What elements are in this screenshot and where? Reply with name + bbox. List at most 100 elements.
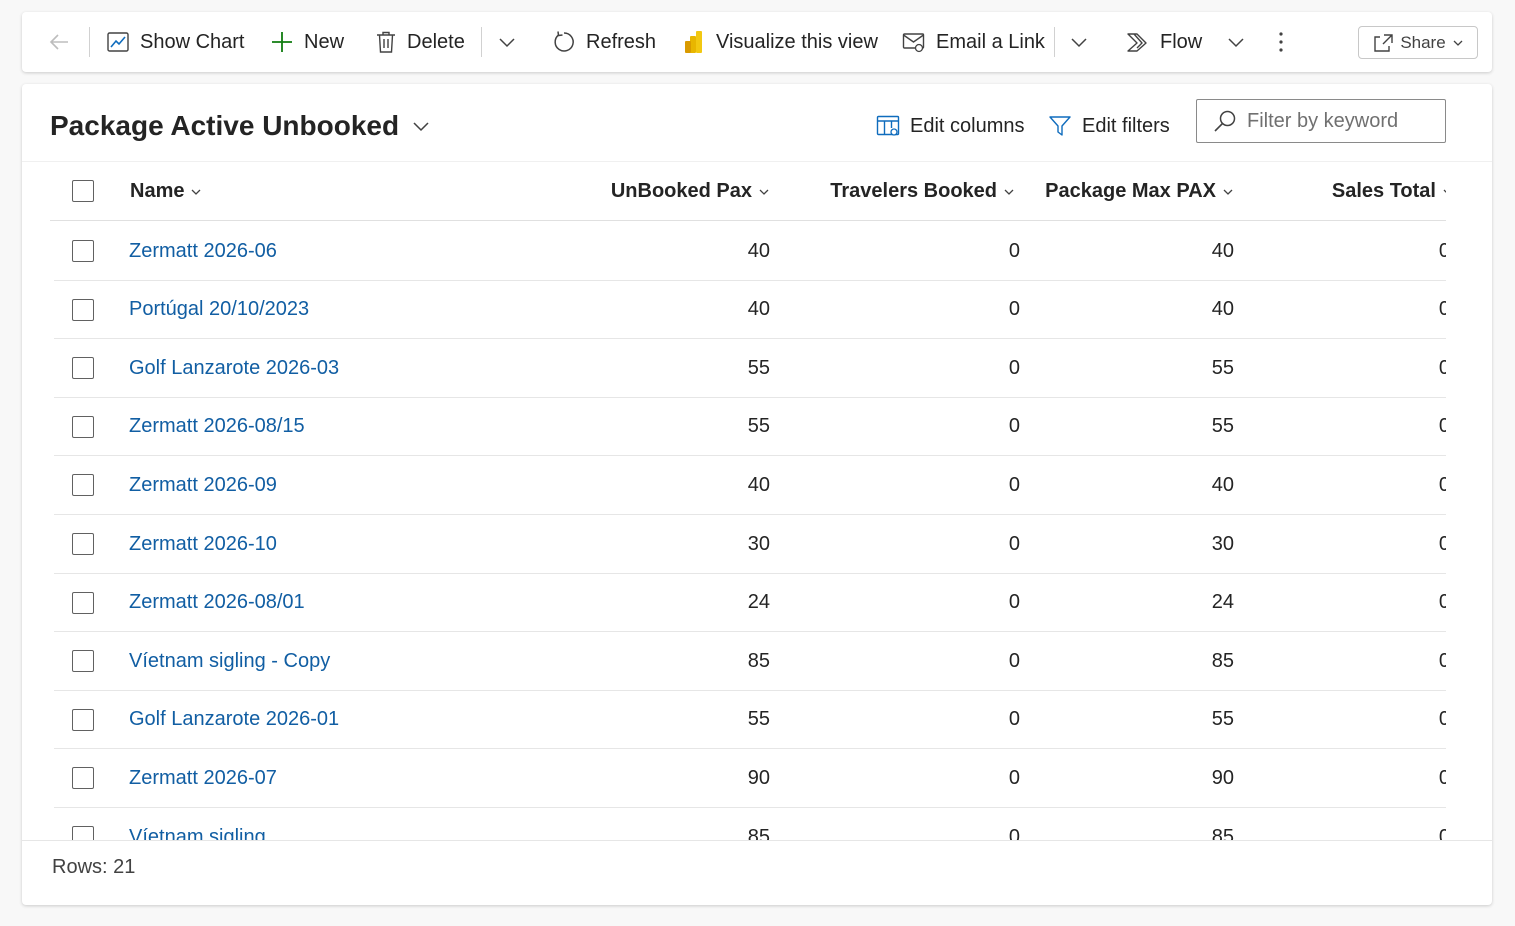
command-bar: Show Chart New Delete Refresh Visualize: [22, 12, 1492, 72]
view-title: Package Active Unbooked: [50, 110, 400, 141]
table-row[interactable]: Zermatt 2026-08/15 55 0 55 0: [54, 398, 1446, 457]
travelers-booked-cell: 0: [1008, 766, 1020, 789]
record-link[interactable]: Víetnam sigling - Copy: [129, 650, 330, 673]
row-checkbox[interactable]: [72, 533, 94, 555]
show-chart-button[interactable]: Show Chart: [106, 12, 245, 72]
column-header-name[interactable]: Name: [130, 162, 202, 221]
row-checkbox[interactable]: [72, 298, 94, 321]
name-cell: Zermatt 2026-06: [129, 222, 277, 280]
unbooked-pax-cell: 90: [747, 766, 770, 789]
sales-total-cell: 0: [1438, 473, 1446, 496]
table-row[interactable]: Zermatt 2026-09 40 0 40 0: [54, 456, 1446, 515]
unbooked-pax-cell: 24: [747, 591, 770, 614]
view-selector[interactable]: Package Active Unbooked: [50, 106, 431, 146]
table-row[interactable]: Víetnam sigling 85 0 85 0: [54, 808, 1446, 840]
record-link[interactable]: Golf Lanzarote 2026-03: [129, 357, 339, 380]
package-max-pax-cell: 24: [1211, 591, 1234, 614]
delete-button[interactable]: Delete: [375, 12, 465, 72]
record-link[interactable]: Zermatt 2026-10: [129, 533, 277, 556]
unbooked-pax-cell: 55: [747, 708, 770, 731]
edit-filters-label: Edit filters: [1082, 114, 1170, 137]
column-header-label: UnBooked Pax: [610, 180, 752, 202]
row-checkbox[interactable]: [72, 357, 94, 380]
package-max-pax-cell: 30: [1211, 532, 1234, 555]
keyword-filter-input[interactable]: [1247, 109, 1437, 133]
name-cell: Víetnam sigling: [129, 808, 266, 841]
visualize-button[interactable]: Visualize this view: [684, 12, 878, 72]
edit-filters-button[interactable]: Edit filters: [1048, 106, 1170, 146]
new-button[interactable]: New: [270, 12, 344, 72]
chevron-down-icon: [413, 122, 429, 132]
separator: [89, 27, 90, 57]
package-max-pax-cell: 85: [1211, 649, 1234, 672]
row-checkbox[interactable]: [72, 415, 94, 438]
email-more-dropdown[interactable]: [1069, 12, 1089, 72]
grid-header: Name UnBooked Pax Travelers Booked Packa…: [50, 162, 1446, 221]
table-row[interactable]: Víetnam sigling - Copy 85 0 85 0: [54, 632, 1446, 691]
row-checkbox[interactable]: [72, 240, 94, 262]
table-row[interactable]: Portúgal 20/10/2023 40 0 40 0: [54, 281, 1446, 340]
column-header-travelers-booked[interactable]: Travelers Booked: [790, 162, 1015, 221]
record-link[interactable]: Zermatt 2026-08/15: [129, 415, 305, 438]
separator: [481, 27, 482, 57]
record-link[interactable]: Víetnam sigling: [129, 826, 266, 841]
name-cell: Zermatt 2026-07: [129, 749, 277, 807]
share-button[interactable]: Share: [1358, 26, 1478, 59]
record-link[interactable]: Zermatt 2026-08/01: [129, 591, 305, 614]
name-cell: Golf Lanzarote 2026-01: [129, 691, 339, 749]
back-arrow-icon: [49, 34, 68, 50]
record-link[interactable]: Zermatt 2026-07: [129, 767, 277, 790]
chart-icon: [107, 32, 129, 52]
trash-icon: [377, 31, 395, 53]
record-link[interactable]: Zermatt 2026-09: [129, 474, 277, 497]
row-checkbox[interactable]: [72, 591, 94, 614]
table-row[interactable]: Zermatt 2026-06 40 0 40 0: [54, 222, 1446, 281]
column-header-package-max-pax[interactable]: Package Max PAX: [1010, 162, 1234, 221]
email-link-label: Email a Link: [936, 30, 1045, 53]
email-link-button[interactable]: Email a Link: [902, 12, 1045, 72]
flow-label: Flow: [1160, 30, 1203, 53]
package-max-pax-cell: 55: [1211, 356, 1234, 379]
row-checkbox[interactable]: [72, 826, 94, 840]
column-header-unbooked-pax[interactable]: UnBooked Pax: [570, 162, 770, 221]
record-link[interactable]: Portúgal 20/10/2023: [129, 298, 309, 321]
table-row[interactable]: Golf Lanzarote 2026-01 55 0 55 0: [54, 691, 1446, 750]
row-checkbox[interactable]: [72, 474, 94, 497]
table-row[interactable]: Zermatt 2026-08/01 24 0 24 0: [54, 574, 1446, 633]
edit-columns-button[interactable]: Edit columns: [876, 106, 1025, 146]
record-link[interactable]: Zermatt 2026-06: [129, 240, 277, 263]
filter-icon: [1049, 116, 1071, 136]
column-header-label: Name: [130, 180, 185, 202]
back-button[interactable]: [48, 12, 70, 72]
row-checkbox[interactable]: [72, 767, 94, 790]
travelers-booked-cell: 0: [1008, 591, 1020, 614]
select-all-checkbox[interactable]: [72, 180, 94, 202]
chevron-down-icon: [192, 189, 201, 195]
name-cell: Zermatt 2026-08/15: [129, 398, 305, 456]
keyword-filter-box[interactable]: [1196, 99, 1446, 143]
unbooked-pax-cell: 55: [747, 356, 770, 379]
flow-button[interactable]: Flow: [1126, 12, 1246, 72]
name-cell: Zermatt 2026-08/01: [129, 574, 305, 632]
table-row[interactable]: Zermatt 2026-07 90 0 90 0: [54, 749, 1446, 808]
chevron-down-icon: [499, 38, 515, 48]
package-max-pax-cell: 40: [1211, 473, 1234, 496]
data-grid: Name UnBooked Pax Travelers Booked Packa…: [50, 162, 1446, 840]
row-checkbox[interactable]: [72, 650, 94, 673]
row-count: Rows: 21: [52, 856, 136, 878]
more-commands-dropdown[interactable]: [497, 12, 517, 72]
table-row[interactable]: Golf Lanzarote 2026-03 55 0 55 0: [54, 339, 1446, 398]
chevron-down-icon: [1071, 38, 1087, 48]
travelers-booked-cell: 0: [1008, 708, 1020, 731]
sales-total-cell: 0: [1438, 415, 1446, 438]
table-row[interactable]: Zermatt 2026-10 30 0 30 0: [54, 515, 1446, 574]
share-icon: [1374, 33, 1394, 52]
overflow-menu-button[interactable]: [1276, 12, 1286, 72]
sales-total-cell: 0: [1438, 239, 1446, 262]
record-link[interactable]: Golf Lanzarote 2026-01: [129, 708, 339, 731]
column-header-sales-total[interactable]: Sales Total: [1250, 162, 1446, 221]
refresh-button[interactable]: Refresh: [552, 12, 656, 72]
refresh-icon: [554, 31, 574, 52]
row-checkbox[interactable]: [72, 708, 94, 731]
unbooked-pax-cell: 55: [747, 415, 770, 438]
